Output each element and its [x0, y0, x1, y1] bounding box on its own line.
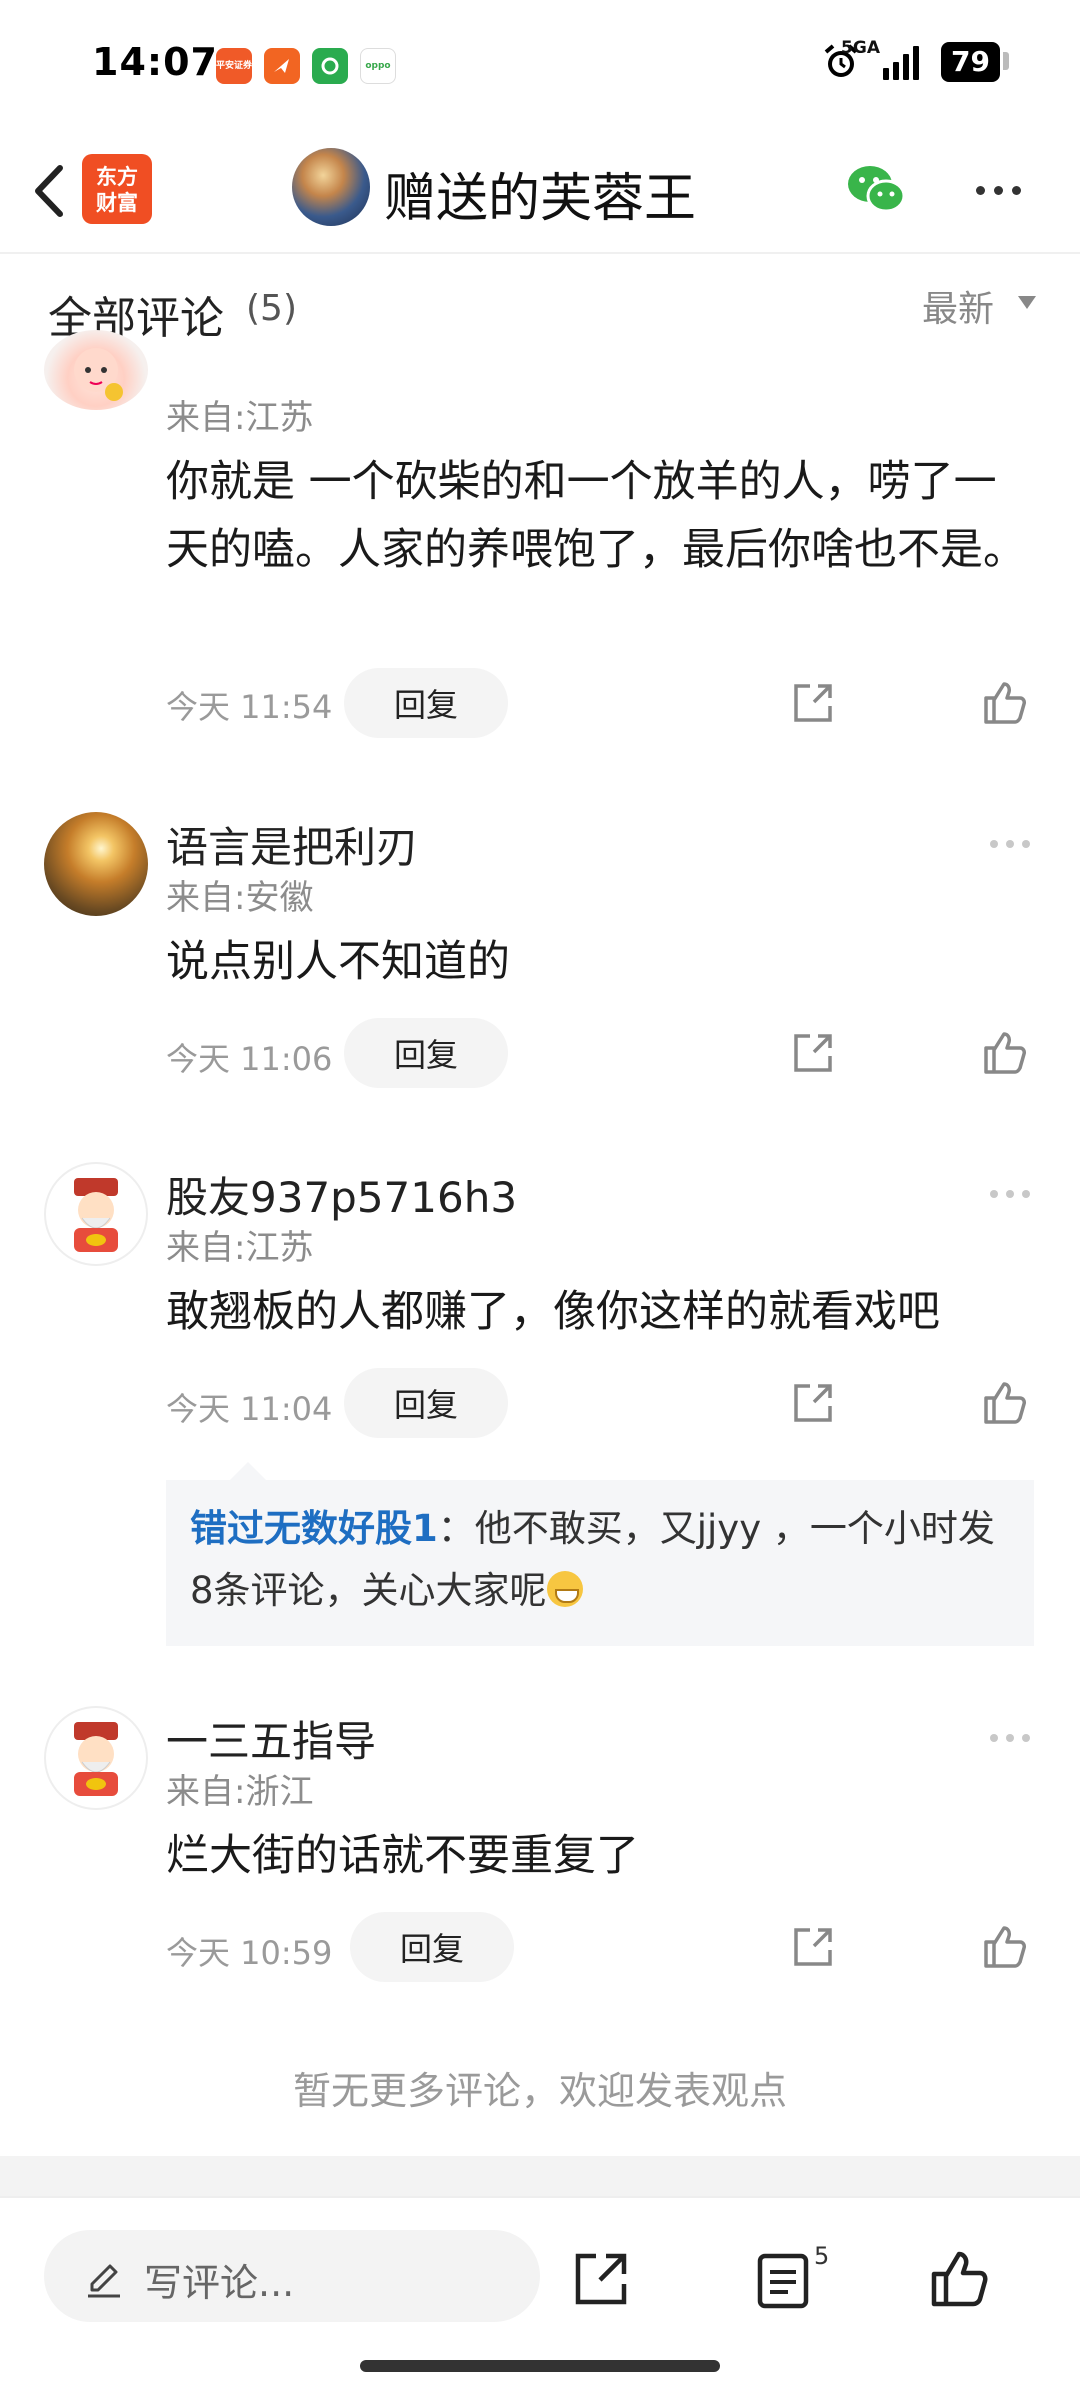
commenter-location: 来自:安徽 [166, 878, 314, 918]
commenter-location: 来自:江苏 [166, 398, 314, 438]
sort-dropdown[interactable]: 最新 [922, 280, 994, 332]
divider [0, 2156, 1080, 2196]
comment-placeholder: 写评论... [144, 2261, 295, 2305]
comment-time: 今天 11:04 [166, 1390, 333, 1428]
svg-text:财富: 财富 [96, 191, 138, 215]
comment-item: 来自:江苏 你就是 一个砍柴的和一个放羊的人，唠了一天的嗑。人家的养喂饱了，最后… [0, 330, 1080, 744]
share-icon[interactable] [790, 1030, 836, 1076]
comment-count: (5) [246, 288, 297, 329]
comment-item: 一三五指导 来自:浙江 烂大街的话就不要重复了 今天 10:59 回复 [0, 1688, 1080, 1988]
reply-button[interactable]: 回复 [344, 1018, 508, 1088]
oppo-app-icon: oppo [360, 48, 396, 84]
reply-button[interactable]: 回复 [350, 1912, 514, 1982]
back-arrow-icon[interactable] [22, 158, 82, 224]
eastmoney-logo: 东方 财富 [82, 154, 152, 224]
status-time: 14:07 [92, 40, 218, 84]
comment-more-icon[interactable] [990, 840, 1030, 848]
share-icon[interactable] [790, 1380, 836, 1426]
reply-button[interactable]: 回复 [344, 1368, 508, 1438]
commenter-avatar[interactable] [44, 812, 148, 916]
more-options-icon[interactable] [976, 186, 1021, 195]
signal-icon: 5GA [841, 38, 920, 80]
commenter-location: 来自:浙江 [166, 1772, 314, 1812]
post-author-avatar[interactable] [292, 148, 370, 226]
top-nav-bar: 东方 财富 赠送的芙蓉王 [0, 130, 1080, 254]
comment-text: 你就是 一个砍柴的和一个放羊的人，唠了一天的嗑。人家的养喂饱了，最后你啥也不是。 [166, 457, 1026, 575]
reply-button[interactable]: 回复 [344, 668, 508, 738]
message-app-icon [264, 48, 300, 84]
thumbs-up-icon[interactable] [980, 1378, 1028, 1426]
page-title: 赠送的芙蓉王 [384, 169, 697, 229]
commenter-name[interactable]: 语言是把利刃 [166, 814, 418, 875]
comment-time: 今天 11:54 [166, 688, 333, 726]
comments-section-header: 全部评论 (5) 最新 [0, 254, 1080, 354]
comments-list-icon[interactable] [754, 2250, 812, 2310]
thumbs-up-icon[interactable] [980, 1922, 1028, 1970]
comment-item: 语言是把利刃 来自:安徽 说点别人不知道的 今天 11:06 回复 [0, 794, 1080, 1088]
comment-text: 敢翘板的人都赚了，像你这样的就看戏吧 [166, 1287, 940, 1337]
sub-reply-author[interactable]: 错过无数好股1 [190, 1507, 438, 1550]
pencil-icon [88, 2264, 120, 2298]
share-icon[interactable] [790, 680, 836, 726]
share-icon[interactable] [570, 2248, 632, 2310]
comment-more-icon[interactable] [990, 1190, 1030, 1198]
comment-text: 说点别人不知道的 [166, 937, 510, 987]
comment-time: 今天 11:06 [166, 1040, 333, 1078]
status-app-icons: 平安证券 oppo [216, 48, 396, 84]
svg-text:东方: 东方 [96, 165, 138, 189]
commenter-location: 来自:江苏 [166, 1228, 314, 1268]
bottom-action-bar: 写评论... 5 [0, 2196, 1080, 2392]
no-more-comments: 暂无更多评论，欢迎发表观点 [292, 2069, 787, 2113]
thumbs-up-icon[interactable] [980, 1028, 1028, 1076]
status-indicators: 5GA 79 [821, 38, 1009, 82]
grin-emoji-icon [546, 1571, 583, 1607]
commenter-name[interactable]: 股友937p5716h3 [166, 1164, 517, 1225]
comment-text: 烂大街的话就不要重复了 [166, 1831, 639, 1881]
thumbs-up-icon[interactable] [928, 2248, 990, 2310]
commenter-avatar[interactable] [44, 1162, 148, 1266]
wechat-icon[interactable] [846, 160, 908, 220]
pingan-app-icon: 平安证券 [216, 48, 252, 84]
status-bar: 14:07 平安证券 oppo 5GA 79 [0, 0, 1080, 130]
home-indicator[interactable] [360, 2360, 720, 2372]
thumbs-up-icon[interactable] [980, 678, 1028, 726]
comment-input[interactable]: 写评论... [44, 2230, 540, 2322]
share-icon[interactable] [790, 1924, 836, 1970]
commenter-name[interactable]: 一三五指导 [166, 1708, 376, 1769]
comment-count-badge: 5 [814, 2242, 830, 2270]
network-type: 5GA [841, 38, 880, 58]
comment-time: 今天 10:59 [166, 1934, 333, 1972]
commenter-avatar[interactable] [44, 330, 148, 410]
caret-down-icon[interactable] [1018, 296, 1036, 309]
comment-more-icon[interactable] [990, 1734, 1030, 1742]
commenter-avatar[interactable] [44, 1706, 148, 1810]
battery-indicator: 79 [941, 42, 1009, 82]
sub-reply[interactable]: 错过无数好股1：他不敢买，又jjyy ，一个小时发8条评论，关心大家呢 [166, 1462, 1034, 1646]
health-app-icon [312, 48, 348, 84]
